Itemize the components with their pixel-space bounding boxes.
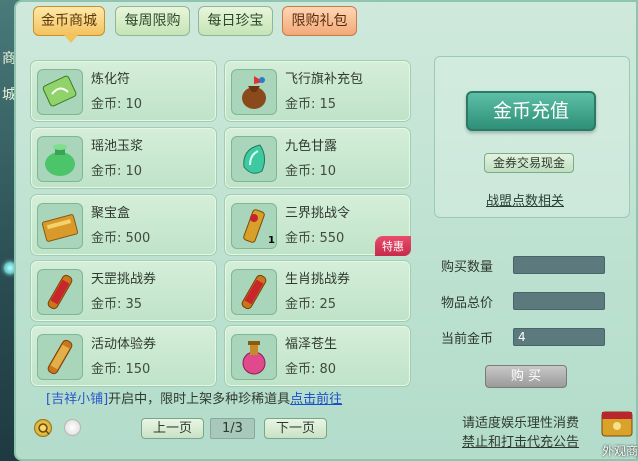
talisman-icon — [37, 69, 83, 115]
item-price: 金币: 15 — [285, 97, 337, 112]
outfit-shop-label: 外观商 — [602, 444, 638, 458]
treasure-box-icon — [37, 203, 83, 249]
item-price: 金币: 10 — [91, 164, 143, 179]
flag-bag-icon — [231, 69, 277, 115]
nectar-icon — [231, 136, 277, 182]
item-price: 金币: 500 — [91, 231, 151, 246]
magnifier-icon[interactable] — [34, 419, 52, 437]
tab-gold-shop[interactable]: 金币商城 — [33, 6, 105, 43]
outfit-shop-button[interactable]: 外观商 — [596, 398, 638, 461]
notice-text: 开启中，限时上架多种珍稀道具 — [108, 392, 291, 407]
current-gold-label: 当前金币 — [441, 332, 494, 347]
quantity-label: 购买数量 — [441, 260, 494, 275]
gold-recharge-button[interactable]: 金币充值 — [466, 91, 596, 131]
current-gold-field: 4 — [513, 328, 605, 346]
item-name: 瑶池玉浆 — [91, 139, 144, 154]
shop-item-card[interactable]: 1 三界挑战令 金币: 550 特惠 — [224, 194, 411, 256]
active-tab-pointer — [64, 35, 78, 43]
quantity-field[interactable] — [513, 256, 605, 274]
notice-shop-name: [吉祥小铺] — [46, 392, 109, 407]
coupon-exchange-button[interactable]: 金券交易现金 — [484, 153, 574, 173]
buy-button[interactable]: 购 买 — [485, 365, 567, 388]
item-name: 飞行旗补充包 — [285, 72, 364, 87]
item-name: 生肖挑战券 — [285, 272, 351, 287]
scroll-icon — [231, 269, 277, 315]
shop-item-card[interactable]: 瑶池玉浆 金币: 10 — [30, 127, 217, 189]
jade-jar-icon — [37, 136, 83, 182]
outfit-chest-icon — [601, 411, 633, 437]
special-offer-badge: 特惠 — [375, 236, 411, 256]
item-name: 活动体验券 — [91, 337, 157, 352]
shop-item-card[interactable]: 天罡挑战券 金币: 35 — [30, 260, 217, 322]
tab-label: 每日珍宝 — [207, 13, 264, 29]
next-page-button[interactable]: 下一页 — [264, 418, 327, 439]
health-gaming-notice: 请适度娱乐理性消费 — [462, 416, 580, 431]
item-name: 三界挑战令 — [285, 206, 351, 221]
potion-icon — [231, 334, 277, 380]
item-price: 金币: 80 — [285, 362, 337, 377]
page-indicator: 1/3 — [210, 418, 255, 439]
anti-proxy-recharge-link[interactable]: 禁止和打击代充公告 — [462, 431, 579, 450]
item-name: 九色甘露 — [285, 139, 338, 154]
shop-item-card[interactable]: 福泽苍生 金币: 80 — [224, 325, 411, 387]
item-price: 金币: 150 — [91, 362, 151, 377]
tab-limited-gift[interactable]: 限购礼包 — [282, 6, 357, 36]
notice-go-link[interactable]: 点击前往 — [290, 392, 342, 407]
prev-page-button[interactable]: 上一页 — [141, 418, 204, 439]
shop-notice: [吉祥小铺]开启中，限时上架多种珍稀道具点击前往 — [46, 388, 342, 407]
tab-weekly-limit[interactable]: 每周限购 — [115, 6, 190, 36]
tab-label: 金币商城 — [41, 13, 97, 29]
shop-item-card[interactable]: 九色甘露 金币: 10 — [224, 127, 411, 189]
item-name: 福泽苍生 — [285, 337, 338, 352]
item-name: 聚宝盒 — [91, 206, 131, 221]
shop-item-card[interactable]: 炼化符 金币: 10 — [30, 60, 217, 122]
alliance-points-link[interactable]: 战盟点数相关 — [486, 190, 564, 209]
item-price: 金币: 10 — [285, 164, 337, 179]
item-count: 1 — [268, 235, 275, 246]
shop-item-card[interactable]: 飞行旗补充包 金币: 15 — [224, 60, 411, 122]
shop-item-card[interactable]: 生肖挑战券 金币: 25 — [224, 260, 411, 322]
shop-item-card[interactable]: 活动体验券 金币: 150 — [30, 325, 217, 387]
total-price-label: 物品总价 — [441, 296, 494, 311]
item-price: 金币: 35 — [91, 297, 143, 312]
scroll-icon — [37, 334, 83, 380]
total-price-field — [513, 292, 605, 310]
item-price: 金币: 25 — [285, 297, 337, 312]
item-name: 天罡挑战券 — [91, 272, 157, 287]
scroll-icon — [37, 269, 83, 315]
item-price: 金币: 550 — [285, 231, 345, 246]
tab-label: 限购礼包 — [291, 13, 348, 29]
shop-item-card[interactable]: 聚宝盒 金币: 500 — [30, 194, 217, 256]
item-name: 炼化符 — [91, 72, 131, 87]
status-dot-icon[interactable] — [64, 419, 81, 436]
tab-label: 每周限购 — [124, 13, 181, 29]
item-price: 金币: 10 — [91, 97, 143, 112]
tab-daily-treasure[interactable]: 每日珍宝 — [198, 6, 273, 36]
